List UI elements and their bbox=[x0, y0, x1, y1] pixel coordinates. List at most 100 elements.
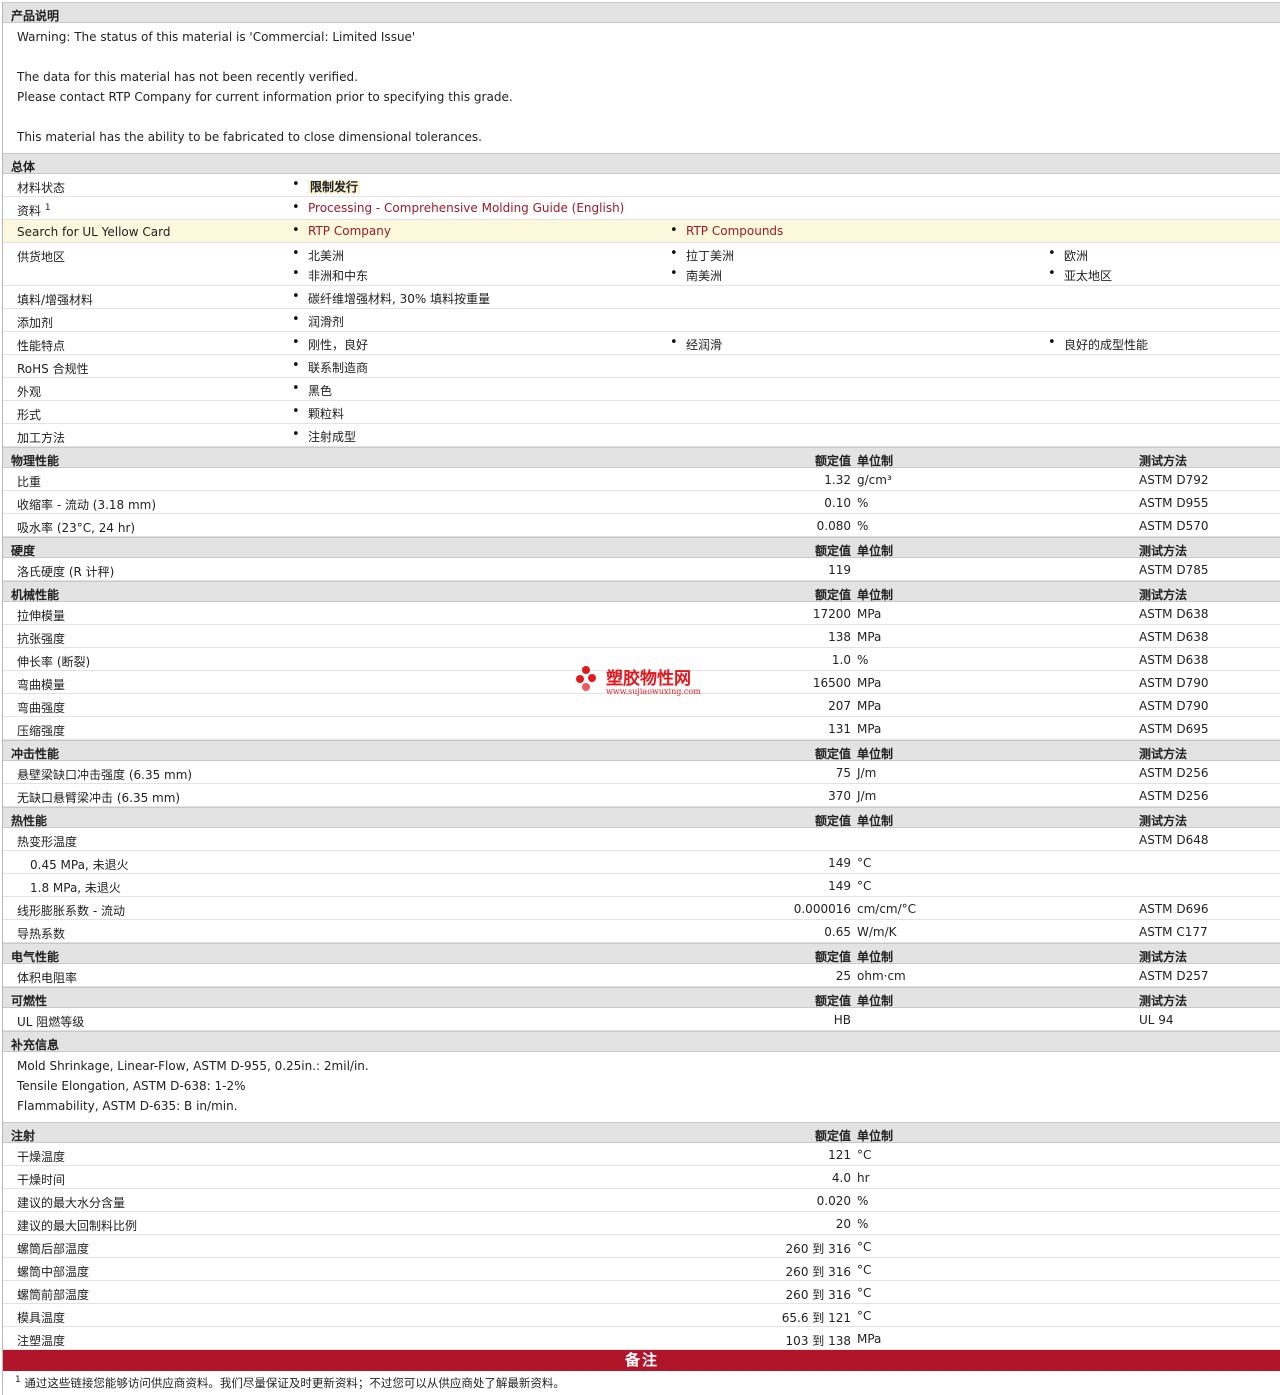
property-sections: 物理性能 额定值 单位制 测试方法 比重 1.32 g/cm³ ASTM D792 收缩率 - … bbox=[3, 447, 1280, 1031]
section-title: 物理性能 bbox=[11, 454, 60, 468]
section-header: 热性能 额定值 单位制 测试方法 bbox=[3, 807, 1280, 828]
property-value: 25 bbox=[835, 969, 851, 983]
rtp-company-link[interactable]: RTP Company bbox=[292, 223, 391, 238]
section-title: 注射 bbox=[11, 1129, 36, 1143]
supplemental-line: Mold Shrinkage, Linear-Flow, ASTM D-955,… bbox=[17, 1059, 369, 1073]
property-label: 建议的最大回制料比例 bbox=[17, 1219, 138, 1233]
row-label: 形式 bbox=[17, 408, 42, 422]
col-header-method: 测试方法 bbox=[1139, 588, 1188, 602]
property-value: 0.020 bbox=[816, 1194, 851, 1208]
property-value: 1.0 bbox=[831, 653, 851, 667]
supplemental-line: Tensile Elongation, ASTM D-638: 1-2% bbox=[17, 1079, 246, 1093]
section-header: 物理性能 额定值 单位制 测试方法 bbox=[3, 447, 1280, 468]
property-label: 注塑温度 bbox=[17, 1334, 66, 1348]
property-label: 伸长率 (断裂) bbox=[17, 655, 91, 669]
property-value: 207 bbox=[828, 699, 851, 713]
property-unit: MPa bbox=[857, 1332, 882, 1346]
processing-guide-link[interactable]: Processing - Comprehensive Molding Guide… bbox=[292, 200, 624, 215]
col-header-method: 测试方法 bbox=[1139, 994, 1188, 1008]
col-header-unit: 单位制 bbox=[857, 544, 894, 558]
property-value: 119 bbox=[828, 563, 851, 577]
supplemental-text: Mold Shrinkage, Linear-Flow, ASTM D-955,… bbox=[3, 1052, 1280, 1122]
property-label: 弯曲强度 bbox=[17, 701, 66, 715]
section-title: 可燃性 bbox=[11, 994, 48, 1008]
property-row: 建议的最大回制料比例 20% bbox=[3, 1212, 1280, 1235]
test-method: ASTM D696 bbox=[1139, 902, 1209, 916]
row-features: 性能特点 刚性，良好 经润滑 良好的成型性能 bbox=[3, 332, 1280, 355]
col-header-nominal: 额定值 bbox=[814, 544, 851, 558]
property-unit: MPa bbox=[857, 630, 882, 644]
property-value: 0.65 bbox=[824, 925, 851, 939]
property-label: 吸水率 (23°C, 24 hr) bbox=[17, 521, 136, 535]
property-value: 131 bbox=[828, 722, 851, 736]
desc-line: This material has the ability to be fabr… bbox=[17, 130, 482, 144]
region-item: 南美洲 bbox=[670, 266, 722, 284]
property-label: 压缩强度 bbox=[17, 724, 66, 738]
property-label: 弯曲模量 bbox=[17, 678, 66, 692]
property-unit: MPa bbox=[857, 722, 882, 736]
property-unit: °C bbox=[857, 1240, 872, 1254]
property-unit: W/m/K bbox=[857, 925, 897, 939]
row-supply-regions: 供货地区 北美洲 拉丁美洲 欧洲 非洲和中东 南美洲 亚太地区 bbox=[3, 243, 1280, 286]
property-label: 拉伸模量 bbox=[17, 609, 66, 623]
property-row: 螺筒中部温度 260 到 316 °C bbox=[3, 1258, 1280, 1281]
property-unit: % bbox=[857, 496, 869, 510]
filler-value: 碳纤维增强材料, 30% 填料按重量 bbox=[292, 289, 490, 307]
region-item: 北美洲 bbox=[292, 246, 344, 264]
property-value: 1.32 bbox=[824, 473, 851, 487]
section-header-product-description: 产品说明 bbox=[3, 2, 1280, 23]
property-label: 模具温度 bbox=[17, 1311, 66, 1325]
property-unit: °C bbox=[857, 879, 872, 893]
test-method: ASTM D785 bbox=[1139, 563, 1209, 577]
property-value: 20 bbox=[835, 1217, 851, 1231]
product-description-text: Warning: The status of this material is … bbox=[3, 23, 1280, 153]
property-row: 收缩率 - 流动 (3.18 mm) 0.10% ASTM D955 bbox=[3, 491, 1280, 514]
property-unit: % bbox=[857, 1194, 869, 1208]
section-header: 注射 额定值 单位制 bbox=[3, 1122, 1280, 1143]
row-label: 外观 bbox=[17, 385, 42, 399]
col-header-nominal: 额定值 bbox=[814, 747, 851, 761]
rohs-value: 联系制造商 bbox=[292, 358, 368, 376]
property-value: 4.0 bbox=[831, 1171, 851, 1185]
col-header-unit: 单位制 bbox=[857, 814, 894, 828]
col-header-method: 测试方法 bbox=[1139, 454, 1188, 468]
watermark-name: 塑胶物性网 bbox=[606, 669, 691, 689]
property-label: 比重 bbox=[17, 475, 42, 489]
watermark-logo: 塑胶物性网 www.sujiaowuxing.com bbox=[576, 664, 716, 700]
col-header-nominal: 额定值 bbox=[814, 950, 851, 964]
col-header-nominal: 额定值 bbox=[814, 994, 851, 1008]
watermark-dots-icon bbox=[576, 666, 604, 694]
property-value: 0.080 bbox=[816, 519, 851, 533]
section-header: 可燃性 额定值 单位制 测试方法 bbox=[3, 987, 1280, 1008]
property-label: 建议的最大水分含量 bbox=[17, 1196, 126, 1210]
property-row: 无缺口悬臂梁冲击 (6.35 mm) 370 J/m ASTM D256 bbox=[3, 784, 1280, 807]
test-method: UL 94 bbox=[1139, 1013, 1174, 1027]
feature-item: 良好的成型性能 bbox=[1048, 335, 1148, 353]
property-row: 悬壁梁缺口冲击强度 (6.35 mm) 75 J/m ASTM D256 bbox=[3, 761, 1280, 784]
property-label: 线形膨胀系数 - 流动 bbox=[17, 904, 125, 918]
property-value: 75 bbox=[835, 766, 851, 780]
property-unit: cm/cm/°C bbox=[857, 902, 917, 916]
test-method: ASTM D792 bbox=[1139, 473, 1209, 487]
region-item: 非洲和中东 bbox=[292, 266, 368, 284]
property-unit: °C bbox=[857, 1148, 872, 1162]
row-label: 添加剂 bbox=[17, 316, 54, 330]
test-method: ASTM D257 bbox=[1139, 969, 1209, 983]
property-unit: MPa bbox=[857, 699, 882, 713]
property-label: UL 阻燃等级 bbox=[17, 1015, 85, 1029]
section-title: 硬度 bbox=[11, 544, 36, 558]
row-label: 性能特点 bbox=[17, 339, 66, 353]
property-value: 0.10 bbox=[824, 496, 851, 510]
section-title: 热性能 bbox=[11, 814, 48, 828]
status-value: 限制发行 bbox=[292, 177, 361, 195]
col-header-nominal: 额定值 bbox=[814, 454, 851, 468]
property-unit: °C bbox=[857, 856, 872, 870]
property-value: HB bbox=[833, 1013, 851, 1027]
col-header-unit: 单位制 bbox=[857, 454, 894, 468]
rtp-compounds-link[interactable]: RTP Compounds bbox=[670, 223, 783, 238]
property-row: 洛氏硬度 (R 计秤) 119 ASTM D785 bbox=[3, 558, 1280, 581]
col-header-nominal: 额定值 bbox=[814, 814, 851, 828]
watermark-url: www.sujiaowuxing.com bbox=[606, 687, 701, 696]
test-method: ASTM D790 bbox=[1139, 676, 1209, 690]
section-title: 产品说明 bbox=[11, 9, 60, 23]
